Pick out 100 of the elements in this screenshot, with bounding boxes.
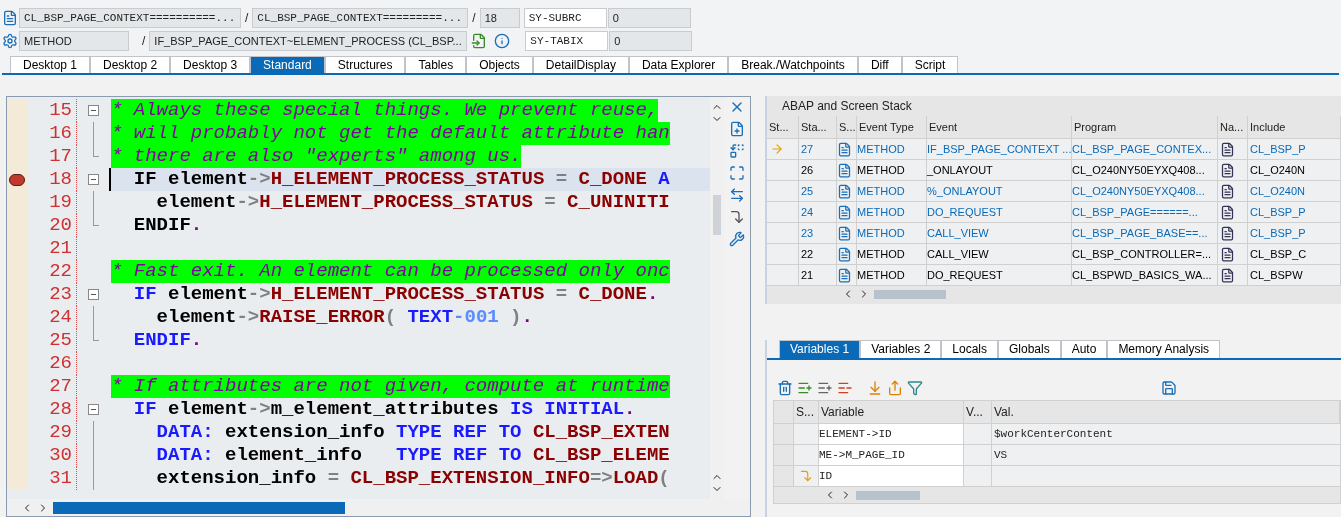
include-field: CL_BSP_PAGE_CONTEXT==========... bbox=[19, 8, 241, 28]
table-cell: IF_BSP_PAGE_CONTEXT ... bbox=[927, 138, 1072, 159]
table-cell: METHOD bbox=[857, 243, 927, 264]
table-cell bbox=[964, 423, 992, 444]
navigate-icon[interactable] bbox=[1220, 162, 1235, 178]
info-icon[interactable] bbox=[494, 33, 511, 49]
navigate-icon[interactable] bbox=[1220, 246, 1235, 262]
table-cell: CL_O240N bbox=[1248, 180, 1341, 201]
method-icon bbox=[837, 162, 852, 178]
scroll-thumb[interactable] bbox=[856, 490, 920, 500]
save-icon[interactable] bbox=[1161, 380, 1177, 396]
table-cell: CL_BSP_P bbox=[1248, 222, 1341, 243]
tab[interactable]: Break./Watchpoints bbox=[728, 56, 858, 73]
code-line: element->H_ELEMENT_PROCESS_STATUS = C_UNINITI bbox=[155, 191, 671, 214]
tab[interactable]: Auto bbox=[1060, 340, 1108, 358]
variable-field[interactable]: ELEMENT->ID bbox=[819, 423, 964, 444]
export-icon[interactable] bbox=[887, 380, 903, 396]
tab[interactable]: Variables 1 bbox=[779, 340, 861, 358]
tab[interactable]: DetailDisplay bbox=[532, 56, 629, 73]
filter-icon[interactable] bbox=[907, 380, 923, 396]
line-number: 22 bbox=[49, 259, 72, 285]
tab[interactable]: Standard bbox=[250, 56, 325, 73]
table-cell: %_ONLAYOUT bbox=[927, 180, 1072, 201]
delete-icon[interactable] bbox=[777, 380, 793, 396]
tab[interactable]: Script bbox=[901, 56, 959, 73]
line-number: 30 bbox=[49, 443, 72, 469]
table-cell: METHOD bbox=[857, 222, 927, 243]
program-field: CL_BSP_PAGE_CONTEXT=========... bbox=[252, 8, 469, 28]
navigate-icon[interactable] bbox=[1220, 141, 1235, 157]
line-number: 23 bbox=[49, 282, 72, 308]
maximize-icon[interactable] bbox=[729, 165, 745, 181]
tab[interactable]: Globals bbox=[998, 340, 1061, 358]
navigate-icon[interactable] bbox=[1220, 204, 1235, 220]
tab[interactable]: Diff bbox=[857, 56, 902, 73]
tab[interactable]: Structures bbox=[324, 56, 406, 73]
append-row-icon[interactable] bbox=[817, 380, 833, 396]
swap-icon[interactable] bbox=[729, 143, 745, 159]
horizontal-scrollbar[interactable] bbox=[774, 486, 1340, 503]
method-icon bbox=[837, 225, 852, 241]
sysvar-name: SY-TABIX bbox=[525, 31, 609, 51]
event-field: IF_BSP_PAGE_CONTEXT~ELEMENT_PROCESS (CL_BSP... bbox=[149, 31, 468, 51]
line-number: 27 bbox=[49, 374, 72, 400]
table-cell: METHOD bbox=[857, 159, 927, 180]
scroll-thumb[interactable] bbox=[53, 501, 345, 514]
scroll-thumb[interactable] bbox=[874, 289, 946, 299]
tab[interactable]: Tables bbox=[405, 56, 467, 73]
horizontal-scrollbar[interactable] bbox=[767, 285, 1341, 302]
new-page-icon[interactable] bbox=[729, 121, 745, 137]
table-cell: CL_BSP_PAGE_CONTEX... bbox=[1072, 138, 1218, 159]
line-number: 26 bbox=[49, 351, 72, 377]
table-cell: CL_BSP_CONTROLLER=... bbox=[1072, 243, 1218, 264]
code-line: DATA: element_info TYPE REF TO CL_BSP_ELEME bbox=[155, 444, 671, 467]
scroll-thumb[interactable] bbox=[713, 195, 721, 235]
resize-icon[interactable] bbox=[729, 187, 745, 203]
breakpoint-icon[interactable] bbox=[9, 173, 25, 186]
fold-toggle[interactable] bbox=[87, 289, 99, 300]
tab[interactable]: Desktop 3 bbox=[170, 56, 251, 73]
variable-field[interactable]: ME->M_PAGE_ID bbox=[819, 444, 964, 465]
tab[interactable]: Variables 2 bbox=[860, 340, 942, 358]
program-icon bbox=[2, 10, 18, 26]
code-line: extension_info = CL_BSP_EXTENSION_INFO=>LOAD( bbox=[155, 467, 671, 490]
line-number: 17 bbox=[49, 144, 72, 170]
navigate-icon[interactable] bbox=[1220, 225, 1235, 241]
table-cell: CL_O240NY50EYXQ408... bbox=[1072, 180, 1218, 201]
table-cell bbox=[964, 444, 992, 465]
sysvar-name: SY-SUBRC bbox=[523, 8, 607, 28]
table-cell: CL_O240NY50EYXQ408... bbox=[1072, 159, 1218, 180]
table-cell: CL_BSP_PAGE_BASE==... bbox=[1072, 222, 1218, 243]
tab[interactable]: Memory Analysis bbox=[1107, 340, 1221, 358]
remove-row-icon[interactable] bbox=[837, 380, 853, 396]
fold-toggle[interactable] bbox=[87, 105, 99, 116]
navigate-icon[interactable] bbox=[1220, 267, 1235, 283]
insert-row-icon[interactable] bbox=[797, 380, 813, 396]
code-line: ENDIF. bbox=[132, 214, 204, 237]
method-icon bbox=[837, 204, 852, 220]
table-cell: 25 bbox=[799, 180, 837, 201]
table-cell: DO_REQUEST bbox=[927, 264, 1072, 285]
table-cell: 22 bbox=[799, 243, 837, 264]
tools-icon[interactable] bbox=[729, 231, 745, 247]
download-icon[interactable] bbox=[867, 380, 883, 396]
code-line: IF element->m_element_attributes IS INITIAL. bbox=[132, 398, 637, 421]
code-line: ENDIF. bbox=[132, 329, 204, 352]
tab[interactable]: Desktop 2 bbox=[90, 56, 171, 73]
line-number: 31 bbox=[49, 466, 72, 492]
arrow-icon[interactable] bbox=[729, 209, 745, 225]
table-cell: CL_BSP_C bbox=[1248, 243, 1341, 264]
table-cell bbox=[964, 465, 992, 486]
tab[interactable]: Data Explorer bbox=[628, 56, 729, 73]
separator: / bbox=[244, 10, 250, 27]
fold-toggle[interactable] bbox=[87, 404, 99, 415]
tab[interactable]: Locals bbox=[941, 340, 998, 358]
navigate-icon[interactable] bbox=[1220, 183, 1235, 199]
method-icon bbox=[837, 246, 852, 262]
fold-toggle[interactable] bbox=[87, 174, 99, 185]
line-field: 18 bbox=[479, 8, 520, 28]
variable-field[interactable]: ID bbox=[819, 465, 964, 486]
sysvar-value: 0 bbox=[607, 8, 691, 28]
tab[interactable]: Objects bbox=[466, 56, 533, 73]
code-line: element->RAISE_ERROR( TEXT-001 ). bbox=[155, 306, 534, 329]
tab[interactable]: Desktop 1 bbox=[10, 56, 91, 73]
